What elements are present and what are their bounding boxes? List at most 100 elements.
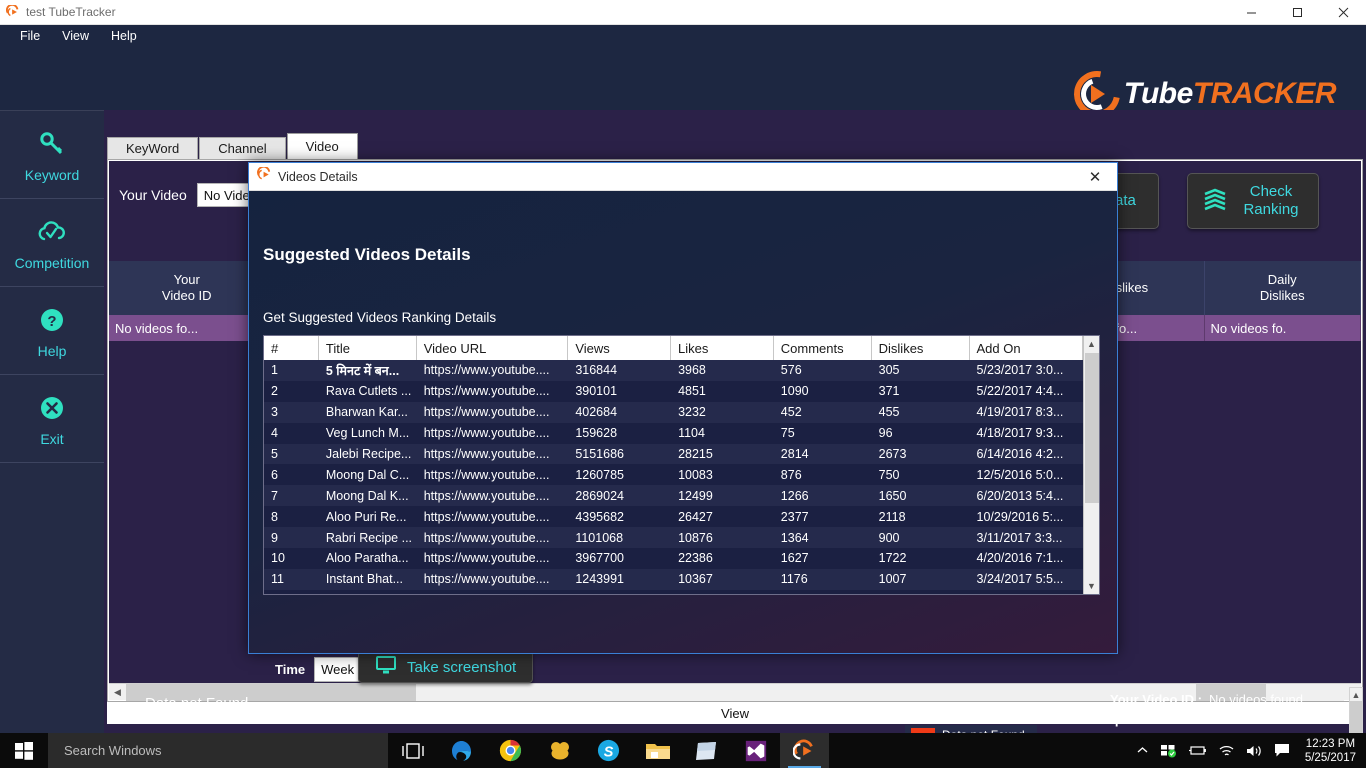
menu-item-view[interactable]: View — [52, 27, 99, 45]
taskbar-clock[interactable]: 12:23 PM 5/25/2017 — [1301, 737, 1356, 765]
menu-item-help[interactable]: Help — [101, 27, 147, 45]
network-sync-icon[interactable] — [1160, 743, 1177, 758]
cell-comments: 1176 — [780, 572, 808, 587]
column-header-title[interactable]: Title — [319, 336, 417, 360]
sidebar-item-label: Exit — [40, 430, 64, 447]
cell-views: 390101 — [575, 384, 618, 399]
cell-add-on: 4/18/2017 9:3... — [976, 426, 1064, 441]
cell-url: https://www.youtube.... — [423, 509, 550, 524]
maximize-button[interactable] — [1274, 0, 1320, 24]
scroll-left-icon[interactable]: ◀ — [109, 684, 126, 701]
column-header-comments[interactable]: Comments — [774, 336, 872, 360]
cell-url: https://www.youtube.... — [423, 467, 550, 482]
chrome-icon[interactable] — [486, 733, 535, 768]
table-row[interactable]: 2 Rava Cutlets ... https://www.youtube....… — [264, 380, 1083, 402]
battery-icon[interactable] — [1188, 744, 1207, 757]
tab-keyword[interactable]: KeyWord — [107, 137, 199, 159]
cell-title: Rabri Recipe ... — [325, 530, 413, 545]
cell-title: Moong Dal K... — [325, 488, 409, 503]
table-vertical-scrollbar[interactable]: ▲ ▼ — [1083, 336, 1099, 594]
sidebar-item-keyword[interactable]: Keyword — [0, 111, 104, 199]
table-row[interactable]: 10 Aloo Paratha... https://www.youtube....… — [264, 548, 1083, 569]
table-row[interactable]: 11 Instant Bhat... https://www.youtube....… — [264, 568, 1083, 590]
edge-icon[interactable] — [437, 733, 486, 768]
cell-likes: 22386 — [678, 551, 713, 566]
task-view-icon[interactable] — [388, 733, 437, 768]
column-header-views[interactable]: Views — [568, 336, 672, 360]
sidebar-item-help[interactable]: ? Help — [0, 287, 104, 375]
cell-dislikes: 1650 — [878, 488, 907, 503]
column-header-url[interactable]: Video URL — [417, 336, 569, 360]
volume-icon[interactable] — [1246, 744, 1263, 758]
grid-header-your-video-id: Your Video ID — [109, 261, 266, 315]
visual-studio-icon[interactable] — [731, 733, 780, 768]
cell-comments: 2814 — [780, 447, 809, 461]
cloud-check-icon — [36, 215, 68, 249]
amber-app-icon[interactable] — [535, 733, 584, 768]
scroll-up-icon[interactable]: ▲ — [1352, 688, 1361, 701]
app-body: TubeTRACKER Keyword Competition ? Help E… — [0, 47, 1366, 768]
key-icon — [37, 127, 67, 161]
cell-views: 5151686 — [575, 447, 624, 461]
menu-bar: File View Help — [0, 25, 1366, 47]
column-header-add-on[interactable]: Add On — [970, 336, 1083, 360]
windows-logo-icon[interactable] — [0, 733, 48, 768]
cell-views: 3967700 — [575, 551, 624, 566]
cell-likes: 28215 — [678, 447, 713, 461]
cell-title: Veg Lunch M... — [325, 426, 410, 441]
tab-video[interactable]: Video — [286, 133, 358, 159]
cell-likes: 2022 — [671, 590, 774, 594]
cell-likes: 10367 — [678, 572, 713, 587]
column-header-index[interactable]: # — [264, 336, 319, 360]
table-row[interactable]: 4 Veg Lunch M... https://www.youtube.... 15… — [264, 422, 1083, 444]
skype-icon[interactable]: S — [584, 733, 633, 768]
windows-taskbar: Search Windows S 12:23 PM 5/25/2017 — [0, 733, 1366, 768]
search-input[interactable]: Search Windows — [48, 733, 388, 768]
sidebar-item-competition[interactable]: Competition — [0, 199, 104, 287]
tab-channel[interactable]: Channel — [199, 137, 286, 159]
cell-views: 159628 — [575, 426, 618, 441]
column-header-dislikes[interactable]: Dislikes — [872, 336, 970, 360]
take-screenshot-button[interactable]: Take screenshot — [358, 651, 534, 683]
cell-title: Aloo Paratha... — [325, 551, 409, 566]
action-center-icon[interactable] — [1274, 743, 1290, 758]
cell-add-on: 3/11/2017 3:3... — [976, 530, 1063, 545]
grid-header-daily-dislikes: Daily Dislikes — [1205, 261, 1361, 315]
table-row[interactable]: 7 Moong Dal K... https://www.youtube.... 28… — [264, 485, 1083, 507]
cell-dislikes: 96 — [878, 426, 893, 441]
table-row[interactable]: 5 Jalebi Recipe... https://www.youtube....… — [264, 443, 1083, 465]
question-circle-icon: ? — [38, 303, 66, 337]
cell-add-on: 4/19/2017 8:3... — [976, 405, 1064, 420]
wifi-icon[interactable] — [1218, 744, 1235, 758]
window-title: test TubeTracker — [26, 5, 116, 19]
check-ranking-button[interactable]: Check Ranking — [1187, 173, 1319, 229]
cell-index: 7 — [271, 488, 278, 503]
column-header-likes[interactable]: Likes — [671, 336, 774, 360]
dialog-subheading: Get Suggested Videos Ranking Details — [263, 310, 497, 325]
table-row[interactable]: 9 Rabri Recipe ... https://www.youtube....… — [264, 527, 1083, 549]
close-button[interactable] — [1320, 0, 1366, 24]
table-row[interactable]: 12Raw mangohttps://www.youtube1201282022… — [264, 589, 1083, 594]
time-value: Week — [321, 662, 355, 677]
cell-your-video-id: No videos fo... — [109, 315, 266, 341]
cell-comments: 465 — [774, 590, 872, 594]
table-row[interactable]: 3 Bharwan Kar... https://www.youtube.... 40… — [264, 401, 1083, 423]
sticky-notes-icon[interactable] — [682, 733, 731, 768]
table-row[interactable]: 8 Aloo Puri Re... https://www.youtube.... 4… — [264, 506, 1083, 528]
dialog-close-button[interactable]: ✕ — [1073, 163, 1117, 191]
table-row[interactable]: 1 5 मिनट में बन... https://www.youtube....… — [264, 360, 1083, 381]
file-explorer-icon[interactable] — [633, 733, 682, 768]
chevron-up-icon[interactable] — [1136, 744, 1149, 757]
cell-add-on: 6/20/2013 5:4... — [976, 488, 1064, 503]
menu-item-file[interactable]: File — [10, 27, 50, 45]
cell-index: 8 — [271, 509, 278, 524]
minimize-button[interactable] — [1228, 0, 1274, 24]
scroll-up-icon[interactable]: ▲ — [1084, 336, 1100, 352]
cell-add-on: 3/24/2017 5:5... — [976, 572, 1064, 587]
videos-details-dialog: Videos Details ✕ Suggested Videos Detail… — [248, 162, 1118, 768]
tubetracker-icon[interactable] — [780, 733, 829, 768]
table-row[interactable]: 6 Moong Dal C... https://www.youtube.... 12… — [264, 464, 1083, 486]
scroll-down-icon[interactable]: ▼ — [1084, 578, 1100, 594]
scrollbar-thumb[interactable] — [1084, 353, 1099, 503]
sidebar-item-exit[interactable]: Exit — [0, 375, 104, 463]
